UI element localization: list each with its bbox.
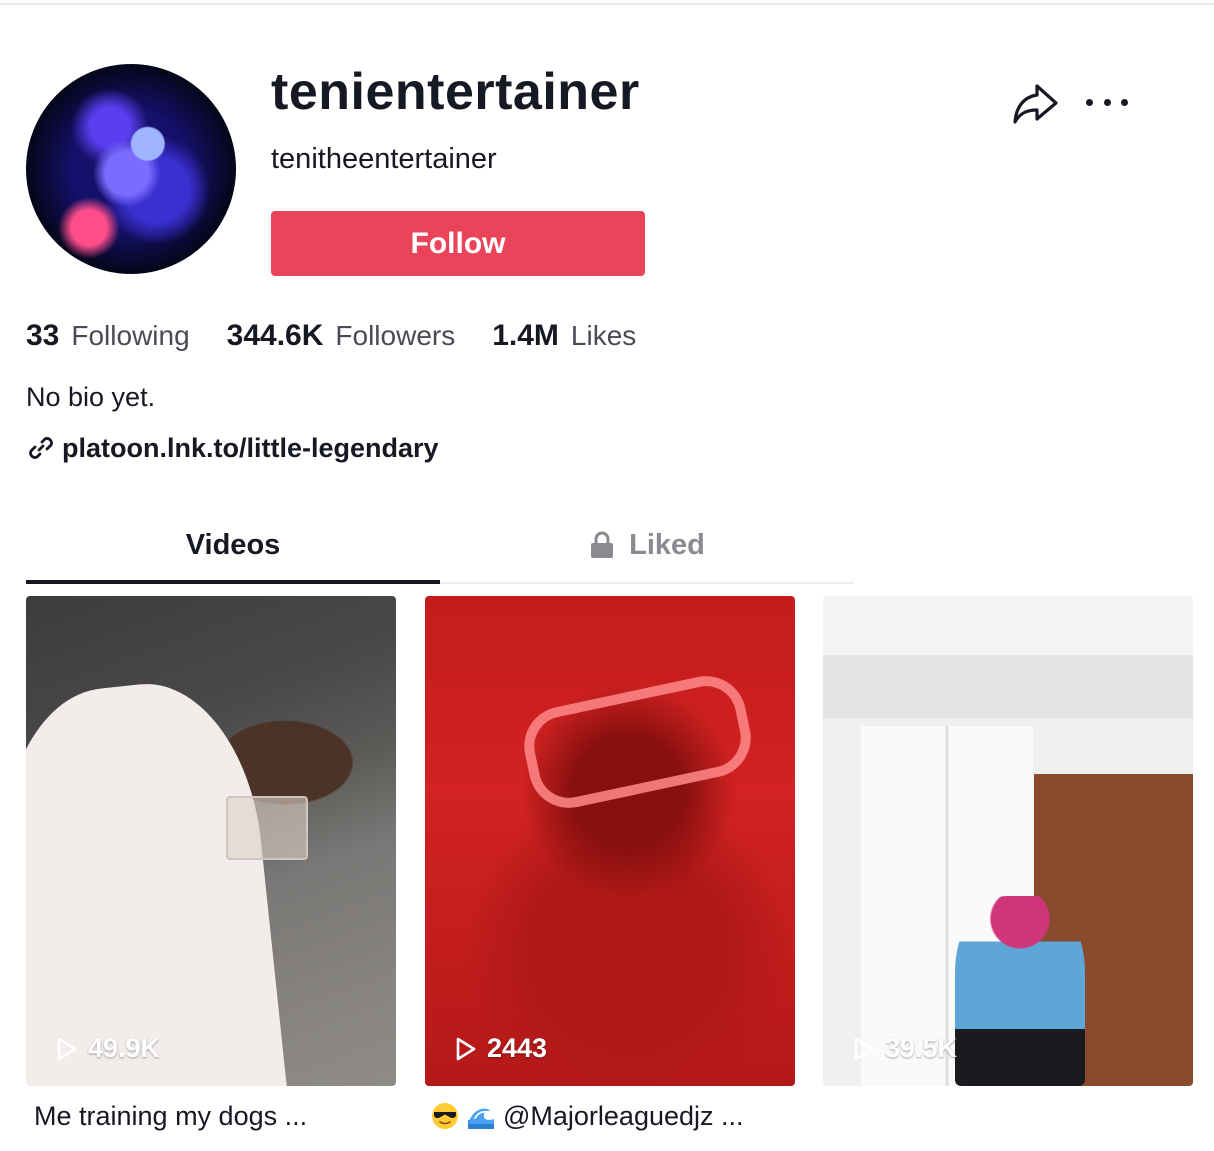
video-thumbnail: [26, 596, 396, 1086]
video-card[interactable]: 2443: [425, 596, 795, 1086]
profile-display-name: tenientertainer: [271, 63, 640, 121]
active-tab-indicator: [26, 580, 440, 584]
video-views-count: 49.9K: [88, 1033, 161, 1063]
video-views-count: 2443: [487, 1033, 548, 1063]
video-caption[interactable]: @Majorleaguedjz ...: [431, 1098, 744, 1134]
profile-bio: No bio yet.: [26, 382, 156, 412]
video-thumbnail: [823, 596, 1193, 1086]
tab-liked[interactable]: Liked: [440, 510, 854, 580]
stat-followers-count: 344.6K: [226, 319, 324, 352]
more-dots-icon[interactable]: [1086, 84, 1128, 120]
stat-followers-label: Followers: [335, 320, 456, 351]
stat-likes-label: Likes: [570, 320, 637, 351]
wave-emoji-icon: [467, 1102, 495, 1130]
tab-videos[interactable]: Videos: [26, 510, 440, 580]
stat-likes-count: 1.4M: [492, 319, 559, 352]
top-divider: [0, 3, 1214, 5]
stat-following[interactable]: 33 Following: [26, 319, 190, 353]
dot: [1103, 98, 1111, 106]
video-views: 49.9K: [56, 1033, 160, 1064]
tab-liked-label: Liked: [629, 528, 705, 561]
video-caption-text: @Majorleaguedjz ...: [503, 1101, 744, 1131]
dot: [1086, 98, 1093, 106]
video-card[interactable]: 49.9K: [26, 596, 396, 1086]
play-icon: [56, 1036, 78, 1062]
profile-link[interactable]: platoon.lnk.to/little-legendary: [26, 431, 439, 465]
avatar[interactable]: [26, 64, 236, 274]
profile-link-text: platoon.lnk.to/little-legendary: [62, 433, 439, 463]
video-views: 2443: [455, 1033, 547, 1064]
profile-tabs: Videos Liked: [26, 510, 854, 584]
follow-button[interactable]: Follow: [271, 211, 645, 276]
profile-stats: 33 Following 344.6K Followers 1.4M Likes: [26, 316, 673, 356]
link-icon: [26, 433, 56, 463]
video-views-count: 39.5K: [885, 1033, 958, 1063]
play-icon: [455, 1036, 477, 1062]
video-card[interactable]: 39.5K: [823, 596, 1193, 1086]
video-views: 39.5K: [853, 1033, 957, 1064]
sunglasses-emoji-icon: [431, 1102, 459, 1130]
lock-icon: [589, 531, 615, 559]
share-arrow-icon[interactable]: [1010, 80, 1060, 126]
tab-videos-label: Videos: [185, 528, 281, 561]
dot: [1121, 98, 1128, 106]
video-caption[interactable]: Me training my dogs ...: [34, 1098, 307, 1134]
video-thumbnail: [425, 596, 795, 1086]
profile-username: tenitheentertainer: [271, 143, 497, 175]
stat-followers[interactable]: 344.6K Followers: [227, 319, 456, 353]
stat-following-count: 33: [26, 319, 60, 352]
stat-following-label: Following: [71, 320, 190, 351]
play-icon: [853, 1036, 875, 1062]
stat-likes: 1.4M Likes: [492, 319, 636, 353]
